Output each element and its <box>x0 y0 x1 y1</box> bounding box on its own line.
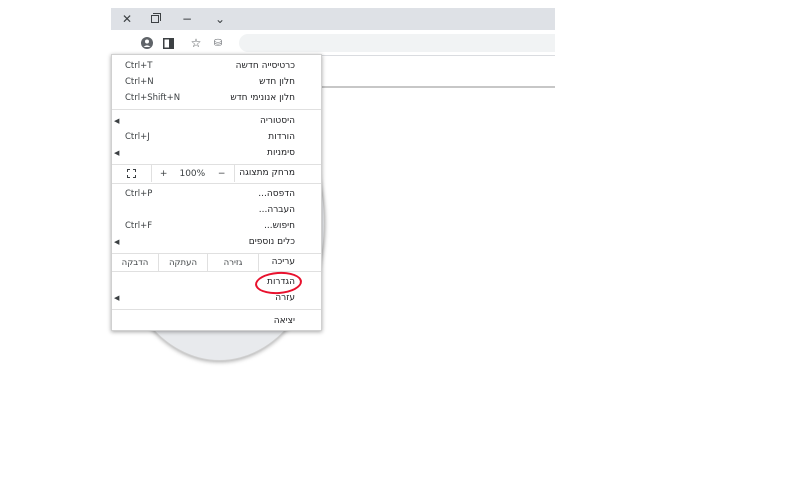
menu-item-print[interactable]: הדפסה... Ctrl+P <box>112 186 321 202</box>
cut-button[interactable]: גזירה <box>208 254 259 271</box>
shortcut-label: Ctrl+T <box>125 61 153 71</box>
menu-item-new-tab[interactable]: כרטיסייה חדשה Ctrl+T <box>112 58 321 74</box>
menu-item-label: העברה... <box>258 205 295 215</box>
reader-mode-icon: ⛁ <box>213 37 223 49</box>
menu-item-label: סימניות <box>267 148 295 158</box>
menu-item-new-window[interactable]: חלון חדש Ctrl+N <box>112 74 321 90</box>
side-panel-icon <box>162 37 174 49</box>
zoom-level: 100% <box>179 168 206 179</box>
edit-label: עריכה <box>271 257 295 267</box>
menu-divider <box>112 309 321 310</box>
menu-item-history[interactable]: היסטוריה ◀ <box>112 113 321 129</box>
submenu-arrow-icon: ◀ <box>114 117 120 125</box>
reader-mode-button[interactable]: ⛁ <box>209 34 227 52</box>
zoom-out-button[interactable]: − <box>209 165 234 182</box>
menu-item-label: כלים נוספים <box>248 237 295 247</box>
title-bar: ✕ − ⌄ <box>111 8 555 30</box>
minimize-window-button[interactable]: − <box>171 8 203 30</box>
menu-item-label: עזרה <box>275 293 295 303</box>
shortcut-label: Ctrl+P <box>125 189 153 199</box>
shortcut-label: Ctrl+N <box>125 77 154 87</box>
zoom-in-button[interactable]: + <box>152 165 176 182</box>
star-icon: ☆ <box>190 36 202 50</box>
menu-item-downloads[interactable]: הורדות Ctrl+J <box>112 129 321 145</box>
menu-item-label: כרטיסייה חדשה <box>235 61 295 71</box>
submenu-arrow-icon: ◀ <box>114 149 120 157</box>
menu-item-new-incognito-window[interactable]: חלון אנונימי חדש Ctrl+Shift+N <box>112 90 321 106</box>
menu-item-exit[interactable]: יציאה <box>112 313 321 329</box>
fullscreen-button[interactable] <box>112 165 152 182</box>
menu-divider <box>112 109 321 110</box>
restore-icon <box>151 13 161 23</box>
menu-item-label: הורדות <box>268 132 295 142</box>
zoom-label: מרחק מתצוגה <box>239 168 295 178</box>
zoom-controls: + 100% − <box>112 165 235 182</box>
tab-search-button[interactable]: ⌄ <box>204 8 236 30</box>
fullscreen-icon <box>126 169 136 178</box>
menu-item-zoom: מרחק מתצוגה + 100% − <box>112 165 321 182</box>
menu-divider <box>112 183 321 184</box>
menu-item-label: חיפוש... <box>264 221 295 231</box>
chevron-down-icon: ⌄ <box>214 12 226 26</box>
side-panel-button[interactable] <box>159 34 177 52</box>
menu-item-label: היסטוריה <box>260 116 295 126</box>
shortcut-label: Ctrl+J <box>125 132 150 142</box>
minimize-icon: − <box>181 12 193 26</box>
menu-item-label: יציאה <box>273 316 295 326</box>
copy-button[interactable]: העתקה <box>159 254 208 271</box>
menu-item-bookmarks[interactable]: סימניות ◀ <box>112 145 321 161</box>
profile-button[interactable] <box>138 34 156 52</box>
profile-icon <box>141 37 153 49</box>
restore-window-button[interactable] <box>139 8 171 30</box>
submenu-arrow-icon: ◀ <box>114 294 120 302</box>
menu-item-help[interactable]: עזרה ◀ <box>112 290 321 306</box>
menu-item-label: חלון אנונימי חדש <box>230 93 295 103</box>
submenu-arrow-icon: ◀ <box>114 238 120 246</box>
close-icon: ✕ <box>121 12 133 26</box>
menu-item-edit: עריכה הדבקה העתקה גזירה <box>112 254 321 271</box>
bookmark-star-button[interactable]: ☆ <box>187 34 205 52</box>
shortcut-label: Ctrl+F <box>125 221 153 231</box>
menu-item-cast[interactable]: העברה... <box>112 202 321 218</box>
menu-item-label: הדפסה... <box>258 189 295 199</box>
menu-item-more-tools[interactable]: כלים נוספים ◀ <box>112 234 321 250</box>
edit-controls: הדבקה העתקה גזירה <box>112 254 259 271</box>
address-bar[interactable] <box>239 34 555 52</box>
menu-item-label: חלון חדש <box>259 77 295 87</box>
paste-button[interactable]: הדבקה <box>112 254 159 271</box>
menu-item-find[interactable]: חיפוש... Ctrl+F <box>112 218 321 234</box>
shortcut-label: Ctrl+Shift+N <box>125 93 181 103</box>
browser-toolbar: ☆ ⛁ <box>111 30 555 361</box>
